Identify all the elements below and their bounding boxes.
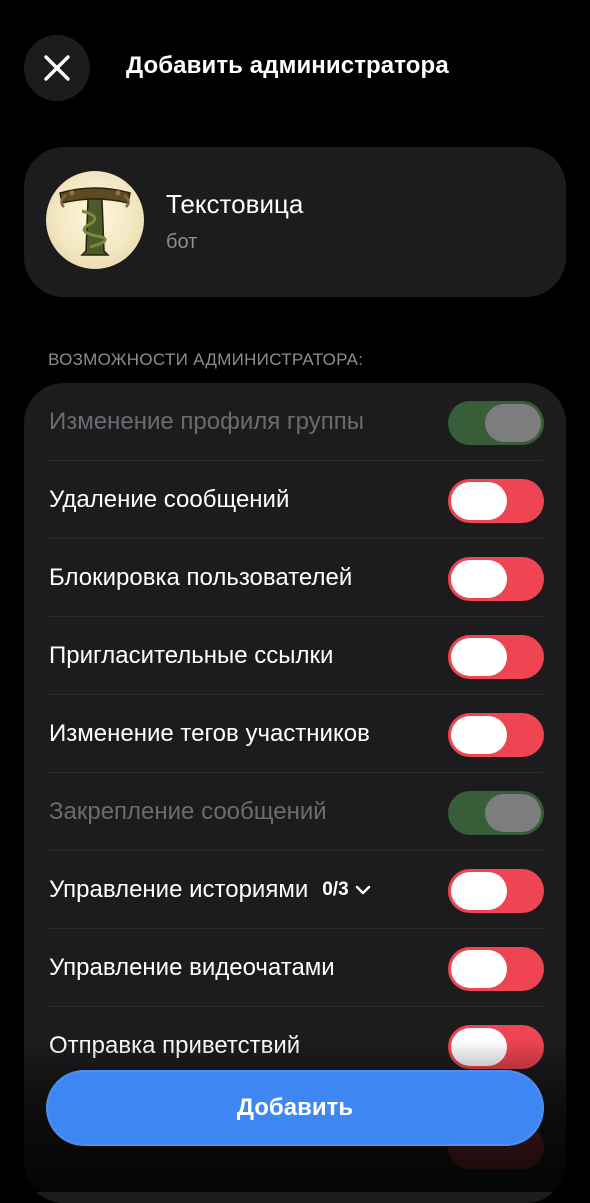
permission-label: Удаление сообщений: [49, 486, 290, 513]
permission-toggle[interactable]: [448, 869, 544, 913]
permission-label: Изменение тегов участников: [49, 720, 370, 747]
close-button[interactable]: [24, 35, 90, 101]
bot-profile-card: Текстовица бот: [24, 147, 566, 297]
toggle-knob: [451, 560, 507, 598]
add-button[interactable]: Добавить: [46, 1070, 544, 1146]
permission-toggle[interactable]: [448, 401, 544, 445]
chevron-down-icon: [355, 885, 370, 895]
permission-row-manage-stories[interactable]: Управление историями 0/3: [24, 851, 566, 929]
toggle-knob: [451, 716, 507, 754]
permission-toggle[interactable]: [448, 713, 544, 757]
bot-subtitle: бот: [166, 231, 198, 253]
permission-row-member-tags[interactable]: Изменение тегов участников: [24, 695, 566, 773]
permission-row-pin-messages[interactable]: Закрепление сообщений: [24, 773, 566, 851]
permission-row-manage-video-chats[interactable]: Управление видеочатами: [24, 929, 566, 1007]
permission-label: Блокировка пользователей: [49, 564, 353, 591]
toggle-knob: [451, 482, 507, 520]
permission-label: Закрепление сообщений: [49, 798, 327, 825]
toggle-knob: [451, 950, 507, 988]
close-icon: [44, 55, 70, 81]
toggle-knob: [485, 794, 541, 832]
section-header: ВОЗМОЖНОСТИ АДМИНИСТРАТОРА:: [48, 350, 364, 369]
permission-label-text: Управление историями: [49, 876, 309, 903]
toggle-knob: [485, 404, 541, 442]
permission-label: Пригласительные ссылки: [49, 642, 334, 669]
permission-toggle[interactable]: [448, 635, 544, 679]
permission-row-edit-profile[interactable]: Изменение профиля группы: [24, 383, 566, 461]
toggle-knob: [451, 638, 507, 676]
permission-label: Управление историями 0/3: [49, 851, 371, 929]
permission-row-delete-messages[interactable]: Удаление сообщений: [24, 461, 566, 539]
permission-row-ban-users[interactable]: Блокировка пользователей: [24, 539, 566, 617]
permission-row-invite-links[interactable]: Пригласительные ссылки: [24, 617, 566, 695]
ornate-letter-t-avatar: [46, 171, 144, 269]
stories-counter: 0/3: [322, 879, 349, 900]
permission-toggle[interactable]: [448, 557, 544, 601]
permission-label: Управление видеочатами: [49, 954, 335, 981]
permission-toggle[interactable]: [448, 947, 544, 991]
toggle-knob: [451, 872, 507, 910]
permission-toggle[interactable]: [448, 791, 544, 835]
stories-counter-expand[interactable]: 0/3: [322, 879, 370, 901]
bot-name: Текстовица: [166, 189, 304, 219]
permission-toggle[interactable]: [448, 479, 544, 523]
page-title: Добавить администратора: [126, 52, 449, 79]
permission-label: Изменение профиля группы: [49, 408, 364, 435]
